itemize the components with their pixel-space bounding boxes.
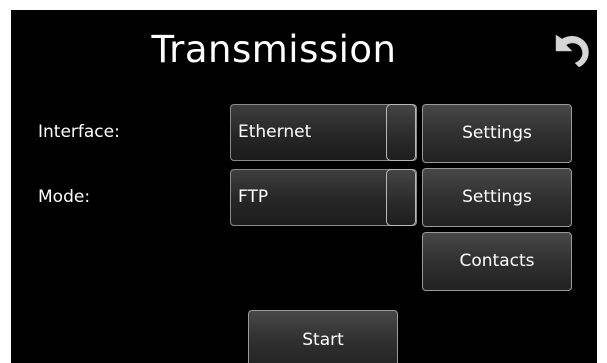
undo-arrow-icon [555, 34, 589, 68]
contacts-label: Contacts [459, 251, 535, 271]
mode-settings-button[interactable]: Settings [422, 168, 572, 227]
interface-select-value: Ethernet [238, 122, 312, 142]
back-button[interactable] [542, 25, 592, 69]
mode-dropdown-button[interactable] [386, 169, 416, 226]
interface-select[interactable]: Ethernet [230, 104, 417, 161]
page-title: Transmission [11, 28, 597, 71]
interface-dropdown-button[interactable] [386, 104, 416, 161]
mode-settings-label: Settings [462, 187, 532, 207]
start-label: Start [302, 330, 344, 350]
interface-settings-label: Settings [462, 123, 532, 143]
mode-label: Mode: [38, 187, 91, 207]
contacts-button[interactable]: Contacts [422, 232, 572, 291]
transmission-screen: Transmission Interface: Ethernet Setting… [11, 10, 597, 363]
interface-settings-button[interactable]: Settings [422, 104, 572, 163]
start-button[interactable]: Start [248, 310, 398, 363]
page-title-text: Transmission [151, 28, 397, 71]
interface-label: Interface: [38, 122, 120, 142]
mode-select-value: FTP [238, 187, 269, 207]
mode-select[interactable]: FTP [230, 169, 417, 226]
